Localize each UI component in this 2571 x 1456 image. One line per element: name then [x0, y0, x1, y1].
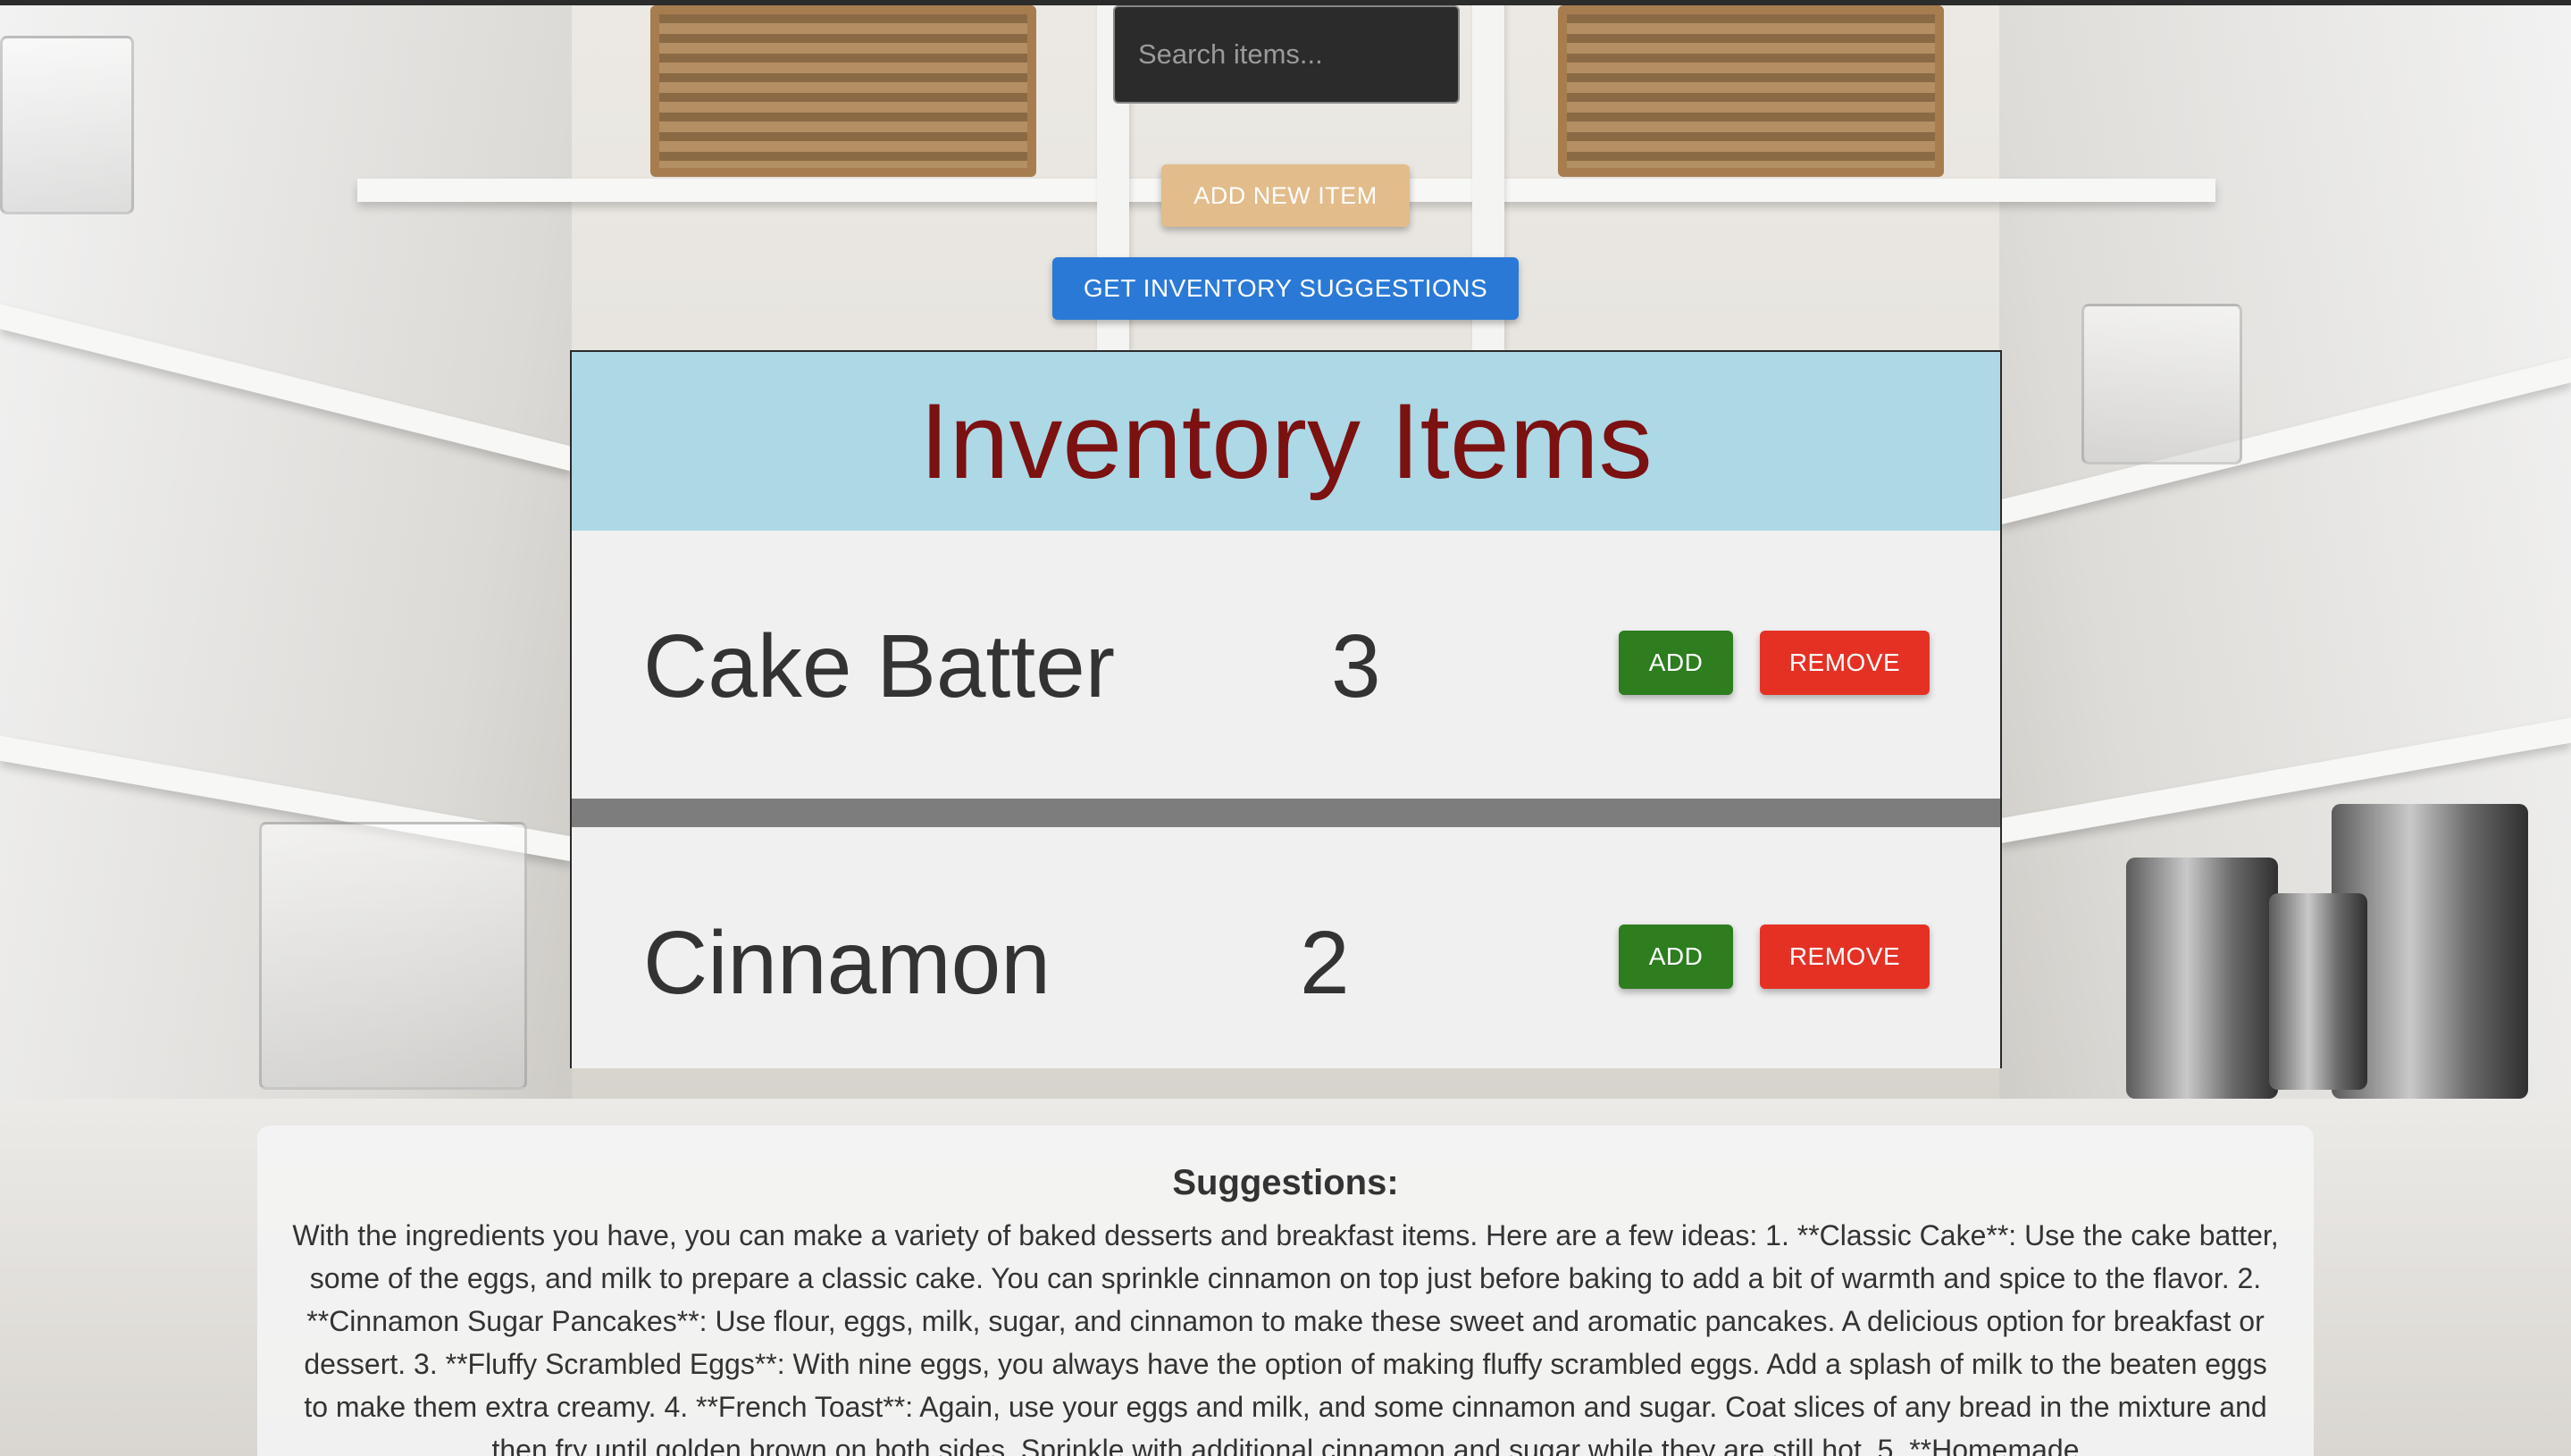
remove-button[interactable]: REMOVE — [1760, 925, 1930, 989]
search-input[interactable] — [1113, 5, 1460, 104]
suggestions-heading: Suggestions: — [1172, 1163, 1399, 1202]
suggestions-text: With the ingredients you have, you can m… — [292, 1219, 2279, 1456]
suggestions-box: Suggestions: With the ingredients you ha… — [257, 1125, 2314, 1456]
wicker-basket — [650, 5, 1036, 177]
add-button[interactable]: ADD — [1619, 925, 1733, 989]
storage-jar — [0, 36, 134, 214]
item-name: Cinnamon — [643, 913, 1051, 1013]
inventory-header: Inventory Items — [572, 352, 2000, 531]
item-name: Cake Batter — [643, 616, 1116, 716]
inventory-row: Cake Batter 3 ADD REMOVE — [572, 531, 2000, 799]
get-inventory-suggestions-button[interactable]: GET INVENTORY SUGGESTIONS — [1052, 257, 1519, 320]
remove-button[interactable]: REMOVE — [1760, 631, 1930, 695]
storage-jar — [259, 822, 527, 1090]
add-new-item-button[interactable]: ADD NEW ITEM — [1161, 164, 1410, 227]
inventory-row: Cinnamon 2 ADD REMOVE — [572, 827, 2000, 1068]
add-button[interactable]: ADD — [1619, 631, 1733, 695]
inventory-panel: Inventory Items Cake Batter 3 ADD REMOVE… — [570, 350, 2002, 1068]
item-quantity: 3 — [1331, 616, 1381, 716]
storage-jar — [2081, 304, 2242, 464]
metal-canister — [2269, 893, 2367, 1090]
metal-canister — [2126, 858, 2278, 1099]
inventory-title: Inventory Items — [919, 381, 1653, 501]
row-divider — [572, 799, 2000, 827]
item-quantity: 2 — [1300, 913, 1350, 1013]
wicker-basket — [1558, 5, 1944, 177]
